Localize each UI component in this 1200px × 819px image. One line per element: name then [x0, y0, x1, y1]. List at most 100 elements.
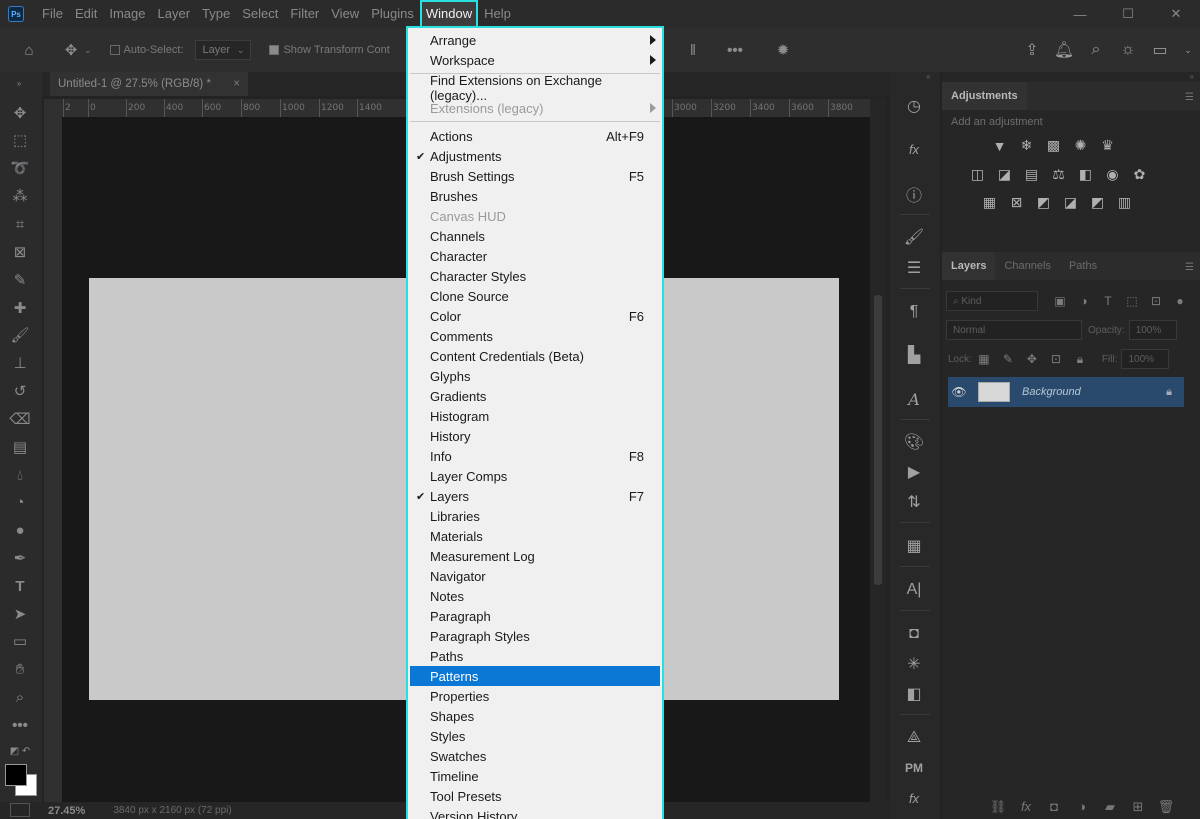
history-panel-icon[interactable]: ◷ — [900, 94, 928, 118]
menu-type[interactable]: Type — [196, 0, 236, 28]
lock-transparent-icon[interactable]: ▦ — [972, 349, 996, 369]
status-bar-menu-icon[interactable] — [10, 803, 30, 817]
character-panel-icon[interactable]: A| — [900, 578, 928, 602]
clone-source-panel-icon[interactable]: ⇅ — [900, 490, 928, 514]
ruler-origin[interactable] — [44, 99, 62, 117]
delete-layer-trash-icon[interactable]: 🗑︎ — [1152, 799, 1180, 815]
dodge-tool-icon[interactable]: ◔ — [9, 491, 31, 513]
menu-edit[interactable]: Edit — [69, 0, 103, 28]
filter-toggle-icon[interactable]: ● — [1168, 291, 1192, 311]
more-options-icon[interactable]: ••• — [724, 39, 746, 61]
menu-item-measurement-log[interactable]: Measurement Log — [410, 546, 660, 566]
layer-row[interactable]: 👁︎ Background 🔒︎ — [948, 377, 1184, 407]
eye-visibility-icon[interactable]: 👁︎ — [948, 385, 970, 399]
filter-shape-icon[interactable]: ⬚ — [1120, 291, 1144, 311]
menu-item-libraries[interactable]: Libraries — [410, 506, 660, 526]
filter-smart-object-icon[interactable]: ⊡ — [1144, 291, 1168, 311]
color-balance-icon[interactable]: ◪ — [991, 161, 1018, 188]
discover-lightbulb-icon[interactable]: ☼ — [1112, 39, 1144, 61]
brush-settings-panel-icon[interactable]: 🖌︎ — [900, 225, 928, 249]
menu-item-character[interactable]: Character — [410, 246, 660, 266]
lock-artboard-icon[interactable]: ⊡ — [1044, 349, 1068, 369]
content-credentials-panel-icon[interactable]: ✳ — [900, 652, 928, 676]
panel-menu-icon[interactable]: ☰ — [1185, 92, 1194, 103]
blend-mode-dropdown[interactable]: Normal — [946, 320, 1082, 340]
lock-position-icon[interactable]: ✥ — [1020, 349, 1044, 369]
menu-item-history[interactable]: History — [410, 426, 660, 446]
zoom-level[interactable]: 27.45% — [48, 805, 85, 817]
menu-window[interactable]: Window — [419, 0, 479, 28]
crop-tool-icon[interactable]: ⌗ — [9, 213, 31, 235]
new-layer-icon[interactable]: ⊞ — [1124, 799, 1152, 815]
patterns-panel-icon[interactable]: PM — [900, 756, 928, 780]
selective-icon[interactable]: ◩ — [1084, 189, 1111, 216]
scrollbar-thumb[interactable] — [874, 295, 882, 585]
gradients-panel-icon[interactable]: ◧ — [900, 682, 928, 706]
auto-select-checkbox[interactable]: Auto-Select: — [109, 44, 183, 56]
color-lookup-icon[interactable]: ◉ — [1099, 161, 1126, 188]
fill-field[interactable]: 100% — [1121, 349, 1170, 369]
menu-item-patterns[interactable]: Patterns — [410, 666, 660, 686]
lock-image-icon[interactable]: ✎ — [996, 349, 1020, 369]
add-mask-icon[interactable]: ◘ — [1040, 799, 1068, 814]
gradient-tool-icon[interactable]: ▤ — [9, 436, 31, 458]
menu-item-character-styles[interactable]: Character Styles — [410, 266, 660, 286]
menu-item-layers[interactable]: ✔ Layers F7 — [410, 486, 660, 506]
menu-item-find-extensions-on-exchange[interactable]: Find Extensions on Exchange (legacy)... — [410, 73, 660, 103]
clone-stamp-tool-icon[interactable]: ⊥ — [9, 352, 31, 374]
minimize-icon[interactable]: — — [1056, 0, 1104, 28]
notifications-bell-icon[interactable]: 🔔︎ — [1048, 39, 1080, 61]
document-tab[interactable]: Untitled-1 @ 27.5% (RGB/8) * × — [50, 72, 248, 96]
collapse-panels-icon[interactable]: » — [1190, 72, 1194, 81]
brush-tool-icon[interactable]: 🖌︎ — [9, 324, 31, 346]
menu-filter[interactable]: Filter — [284, 0, 325, 28]
tab-channels[interactable]: Channels — [995, 252, 1059, 280]
menu-select[interactable]: Select — [236, 0, 284, 28]
opacity-field[interactable]: 100% — [1128, 320, 1177, 340]
rectangle-tool-icon[interactable]: ▭ — [9, 630, 31, 652]
hue-saturation-icon[interactable]: ◫ — [964, 161, 991, 188]
exposure-icon[interactable]: ✺ — [1067, 132, 1094, 159]
styles-fx-panel-icon[interactable]: fx — [900, 786, 928, 810]
workspace-chevron-icon[interactable]: ⌄ — [1176, 39, 1200, 61]
zoom-tool-icon[interactable]: ⌕ — [9, 686, 31, 708]
menu-item-paragraph-styles[interactable]: Paragraph Styles — [410, 626, 660, 646]
menu-item-shapes[interactable]: Shapes — [410, 706, 660, 726]
default-colors-icon[interactable]: ◩ ↶ — [9, 740, 31, 762]
3d-mode-gear-icon[interactable]: ✹ — [772, 39, 794, 61]
properties-panel-icon[interactable]: ☰ — [900, 256, 928, 280]
edit-toolbar-icon[interactable]: ••• — [9, 714, 31, 736]
menu-item-properties[interactable]: Properties — [410, 686, 660, 706]
menu-item-materials[interactable]: Materials — [410, 526, 660, 546]
libraries-panel-icon[interactable]: ◘ — [900, 622, 928, 646]
menu-item-swatches[interactable]: Swatches — [410, 746, 660, 766]
photo-filter-icon[interactable]: ⚖ — [1045, 161, 1072, 188]
color-panel-icon[interactable]: 🎨︎ — [900, 430, 928, 454]
menu-item-paragraph[interactable]: Paragraph — [410, 606, 660, 626]
pen-tool-icon[interactable]: ✒ — [9, 547, 31, 569]
close-icon[interactable]: ✕ — [1152, 0, 1200, 28]
layer-style-fx-icon[interactable]: fx — [1012, 799, 1040, 814]
timeline-play-panel-icon[interactable]: ▶ — [900, 460, 928, 484]
link-layers-icon[interactable]: ⛓ — [984, 799, 1012, 815]
collapse-dock-icon[interactable]: « — [926, 72, 930, 81]
threshold-icon[interactable]: ◩ — [1030, 189, 1057, 216]
menu-item-tool-presets[interactable]: Tool Presets — [410, 786, 660, 806]
pattern-icon[interactable]: ▥ — [1111, 189, 1138, 216]
document-size-info[interactable]: 3840 px x 2160 px (72 ppi) — [113, 805, 231, 816]
curves-icon[interactable]: ▩ — [1040, 132, 1067, 159]
info-panel-icon[interactable]: ⓘ — [900, 182, 928, 206]
distribute-icon[interactable]: ‖ — [682, 39, 704, 61]
character-styles-panel-icon[interactable]: ▙ — [900, 343, 928, 367]
invert-icon[interactable]: ▦ — [976, 189, 1003, 216]
tool-preset-chevron-icon[interactable]: ⌄ — [84, 45, 92, 56]
menu-layer[interactable]: Layer — [152, 0, 197, 28]
menu-item-paths[interactable]: Paths — [410, 646, 660, 666]
paragraph-panel-icon[interactable]: ¶ — [900, 300, 928, 324]
foreground-color-swatch[interactable] — [5, 764, 27, 786]
frame-tool-icon[interactable]: ⊠ — [9, 241, 31, 263]
home-icon[interactable]: ⌂ — [18, 39, 40, 61]
glyphs-panel-icon[interactable]: A — [900, 387, 928, 411]
menu-item-layer-comps[interactable]: Layer Comps — [410, 466, 660, 486]
menu-item-channels[interactable]: Channels — [410, 226, 660, 246]
